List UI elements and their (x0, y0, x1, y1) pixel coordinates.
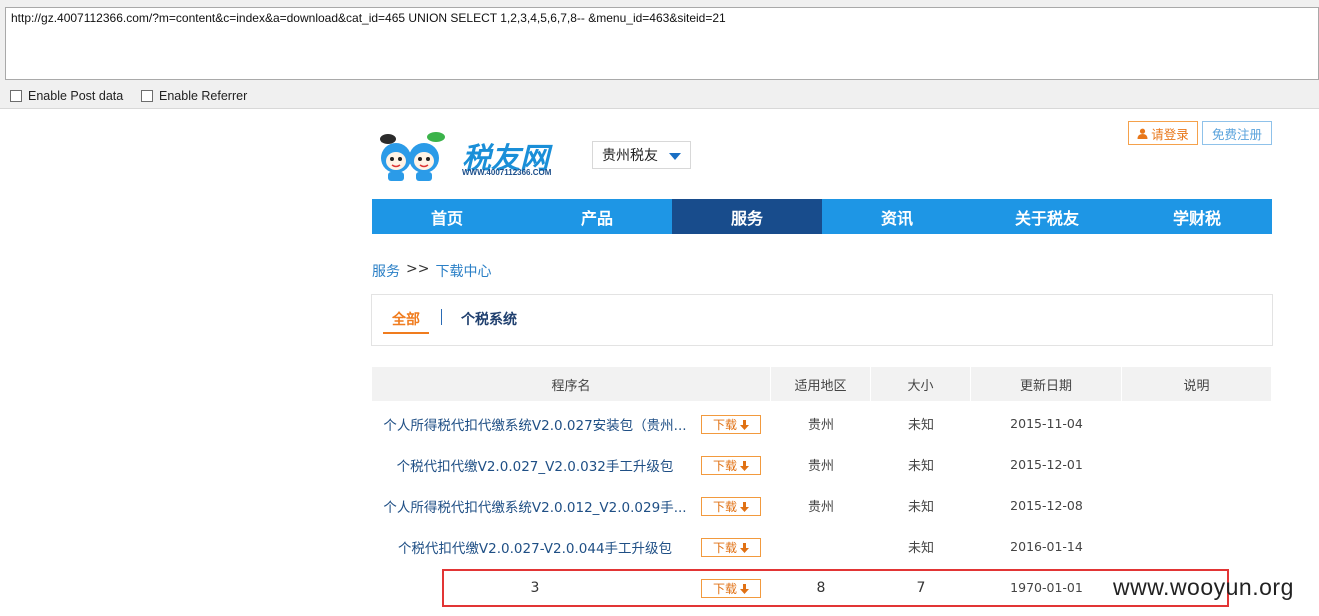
size-cell: 未知 (907, 459, 934, 474)
program-name-link[interactable]: 个税代扣代缴V2.0.027-V2.0.044手工升级包 (372, 537, 698, 557)
size-cell: 未知 (907, 500, 934, 515)
url-input[interactable]: http://gz.4007112366.com/?m=content&c=in… (5, 7, 1319, 80)
hackbar-panel: http://gz.4007112366.com/?m=content&c=in… (0, 0, 1319, 109)
enable-post-checkbox[interactable] (10, 90, 22, 102)
table-row: 个税代扣代缴V2.0.027_V2.0.032手工升级包 下载 贵州 未知 20… (372, 444, 1272, 485)
date-cell: 2015-12-01 (1010, 457, 1083, 472)
enable-referrer-option[interactable]: Enable Referrer (141, 88, 247, 104)
arrow-down-icon (740, 419, 749, 430)
nav-about[interactable]: 关于税友 (972, 199, 1122, 234)
main-nav: 首页 产品 服务 资讯 关于税友 学财税 (372, 199, 1272, 234)
enable-post-label: Enable Post data (28, 89, 124, 103)
nav-products[interactable]: 产品 (522, 199, 672, 234)
note-cell (1122, 526, 1272, 567)
col-header-note: 说明 (1122, 367, 1272, 401)
download-button[interactable]: 下载 (701, 538, 761, 557)
user-icon (1137, 128, 1148, 139)
chevron-down-icon (669, 153, 681, 160)
injection-result-highlight (442, 569, 1229, 607)
name-cell: 个税代扣代缴V2.0.027-V2.0.044手工升级包 下载 (372, 526, 771, 567)
filter-tab-all[interactable]: 全部 (383, 309, 429, 334)
note-cell (1122, 403, 1272, 444)
region-label: 贵州税友 (602, 148, 658, 164)
table-row: 个人所得税代扣代缴系统V2.0.027安装包（贵州... 下载 贵州 未知 20… (372, 403, 1272, 444)
watermark: www.wooyun.org (1113, 574, 1294, 600)
date-cell: 2015-12-08 (1010, 498, 1083, 513)
arrow-down-icon (740, 501, 749, 512)
filter-divider (441, 309, 442, 325)
region-cell: 贵州 (807, 459, 834, 474)
nav-learn-tax[interactable]: 学财税 (1122, 199, 1272, 234)
filter-tab-tax-system[interactable]: 个税系统 (461, 309, 517, 329)
download-label: 下载 (712, 541, 737, 555)
note-cell (1122, 485, 1272, 526)
brand-url: WWW.4007112366.COM (462, 168, 552, 177)
download-label: 下载 (712, 418, 737, 432)
download-label: 下载 (712, 459, 737, 473)
program-name-link[interactable]: 个人所得税代扣代缴系统V2.0.027安装包（贵州... (372, 414, 698, 434)
download-button[interactable]: 下载 (701, 456, 761, 475)
nav-services[interactable]: 服务 (672, 199, 822, 234)
breadcrumb-download-center[interactable]: 下载中心 (435, 261, 491, 281)
download-label: 下载 (712, 500, 737, 514)
download-button[interactable]: 下载 (701, 497, 761, 516)
size-cell: 未知 (907, 418, 934, 433)
arrow-down-icon (740, 542, 749, 553)
note-cell (1122, 444, 1272, 485)
download-table-header: 程序名 适用地区 大小 更新日期 说明 (372, 367, 1272, 401)
date-cell: 2015-11-04 (1010, 416, 1083, 431)
name-cell: 个人所得税代扣代缴系统V2.0.027安装包（贵州... 下载 (372, 403, 771, 444)
size-cell: 未知 (907, 541, 934, 556)
col-header-region: 适用地区 (771, 367, 871, 401)
region-cell (771, 526, 871, 567)
date-cell: 2016-01-14 (1010, 539, 1083, 554)
enable-referrer-checkbox[interactable] (141, 90, 153, 102)
enable-referrer-label: Enable Referrer (159, 89, 248, 103)
program-name-link[interactable]: 个税代扣代缴V2.0.027_V2.0.032手工升级包 (372, 455, 698, 475)
col-header-date: 更新日期 (971, 367, 1122, 401)
arrow-down-icon (740, 460, 749, 471)
program-name-link[interactable]: 个人所得税代扣代缴系统V2.0.012_V2.0.029手... (372, 496, 698, 516)
nav-news[interactable]: 资讯 (822, 199, 972, 234)
table-row: 个人所得税代扣代缴系统V2.0.012_V2.0.029手... 下载 贵州 未… (372, 485, 1272, 526)
login-button[interactable]: 请登录 (1128, 121, 1198, 145)
login-label: 请登录 (1151, 126, 1189, 142)
register-button[interactable]: 免费注册 (1202, 121, 1272, 145)
category-filter-bar: 全部 个税系统 (371, 294, 1273, 346)
region-cell: 贵州 (807, 500, 834, 515)
col-header-name: 程序名 (372, 367, 771, 401)
enable-post-option[interactable]: Enable Post data (10, 88, 123, 104)
breadcrumb-services-link[interactable]: 服务 (372, 261, 400, 281)
region-dropdown[interactable]: 贵州税友 (592, 141, 691, 169)
table-row: 个税代扣代缴V2.0.027-V2.0.044手工升级包 下载 未知 2016-… (372, 526, 1272, 567)
name-cell: 个人所得税代扣代缴系统V2.0.012_V2.0.029手... 下载 (372, 485, 771, 526)
col-header-size: 大小 (871, 367, 971, 401)
breadcrumb: 服务 >> 下载中心 (372, 261, 491, 281)
download-button[interactable]: 下载 (701, 415, 761, 434)
nav-home[interactable]: 首页 (372, 199, 522, 234)
name-cell: 个税代扣代缴V2.0.027_V2.0.032手工升级包 下载 (372, 444, 771, 485)
region-cell: 贵州 (807, 418, 834, 433)
breadcrumb-separator: >> (406, 261, 430, 277)
